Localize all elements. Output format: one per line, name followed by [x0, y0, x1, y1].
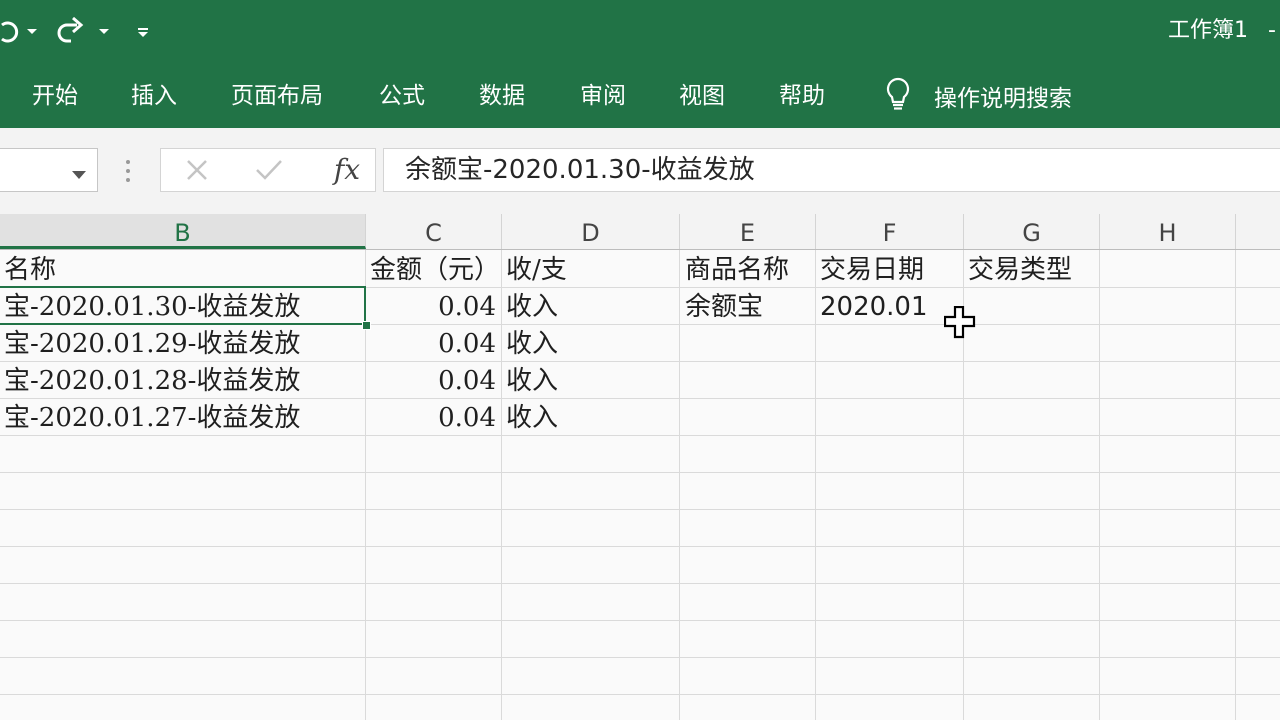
- customize-quick-access-icon[interactable]: [134, 14, 152, 50]
- cell-d1[interactable]: 收/支: [506, 250, 567, 287]
- cell-e1[interactable]: 商品名称: [685, 250, 789, 287]
- plus-select-cursor-icon: [943, 305, 976, 344]
- formula-bar-grip-icon[interactable]: [124, 158, 132, 188]
- gridline: [0, 583, 1280, 584]
- column-header-e[interactable]: E: [680, 214, 816, 249]
- gridline: [1235, 250, 1236, 720]
- cell-b1[interactable]: 名称: [4, 250, 56, 287]
- undo-icon[interactable]: [0, 14, 20, 50]
- gridline: [0, 694, 1280, 695]
- undo-dropdown-icon[interactable]: [24, 14, 40, 50]
- column-header-i[interactable]: [1236, 214, 1280, 249]
- cell-c4[interactable]: 0.04: [366, 361, 496, 398]
- column-header-b[interactable]: B: [0, 214, 366, 249]
- cell-c5[interactable]: 0.04: [366, 398, 496, 435]
- cell-b5[interactable]: 宝-2020.01.27-收益发放: [4, 398, 300, 435]
- cell-c3[interactable]: 0.04: [366, 324, 496, 361]
- cell-e2[interactable]: 余额宝: [685, 287, 763, 324]
- gridline: [0, 657, 1280, 658]
- cell-d3[interactable]: 收入: [506, 324, 558, 361]
- cell-b3[interactable]: 宝-2020.01.29-收益发放: [4, 324, 300, 361]
- cell-f2[interactable]: 2020.01: [820, 287, 928, 324]
- workbook-title: 工作簿1: [1168, 18, 1248, 43]
- ribbon-tab-bar: 开始 插入 页面布局 公式 数据 审阅 视图 帮助 操作说明搜索: [0, 64, 1280, 128]
- tab-data[interactable]: 数据: [479, 78, 525, 114]
- tell-me-label: 操作说明搜索: [934, 86, 1072, 112]
- tab-insert[interactable]: 插入: [131, 78, 177, 114]
- gridline: [0, 620, 1280, 621]
- redo-dropdown-icon[interactable]: [96, 14, 112, 50]
- column-header-g[interactable]: G: [964, 214, 1100, 249]
- gridline: [0, 472, 1280, 473]
- title-separator: -: [1268, 18, 1276, 43]
- lightbulb-icon: [884, 77, 912, 115]
- gridline: [0, 509, 1280, 510]
- chevron-down-icon[interactable]: [71, 165, 87, 184]
- cell-g1[interactable]: 交易类型: [968, 250, 1072, 287]
- name-box[interactable]: [0, 148, 98, 192]
- fill-handle[interactable]: [362, 321, 371, 330]
- redo-icon[interactable]: [54, 14, 88, 50]
- tell-me-search[interactable]: 操作说明搜索: [884, 77, 1072, 115]
- enter-checkmark-icon[interactable]: [251, 149, 287, 191]
- insert-function-button[interactable]: fx: [327, 149, 367, 191]
- tab-home[interactable]: 开始: [32, 78, 78, 114]
- gridline: [501, 250, 502, 720]
- title-bar: 工作簿1 -: [0, 0, 1280, 64]
- gridline: [0, 546, 1280, 547]
- cell-d5[interactable]: 收入: [506, 398, 558, 435]
- cell-b4[interactable]: 宝-2020.01.28-收益发放: [4, 361, 300, 398]
- cell-c2[interactable]: 0.04: [366, 287, 496, 324]
- gridline: [1099, 250, 1100, 720]
- tab-formulas[interactable]: 公式: [379, 78, 425, 114]
- worksheet-grid[interactable]: 名称 金额（元） 收/支 商品名称 交易日期 交易类型 宝-2020.01.30…: [0, 250, 1280, 720]
- tab-review[interactable]: 审阅: [580, 78, 626, 114]
- tab-page-layout[interactable]: 页面布局: [231, 78, 323, 114]
- gridline: [679, 250, 680, 720]
- formula-input[interactable]: 余额宝-2020.01.30-收益发放: [383, 148, 1280, 192]
- formula-buttons: fx: [160, 148, 376, 192]
- column-header-c[interactable]: C: [366, 214, 502, 249]
- column-header-h[interactable]: H: [1100, 214, 1236, 249]
- gridline: [0, 435, 1280, 436]
- tab-help[interactable]: 帮助: [779, 78, 825, 114]
- formula-bar: fx 余额宝-2020.01.30-收益发放: [0, 128, 1280, 214]
- column-header-f[interactable]: F: [816, 214, 964, 249]
- cancel-entry-icon[interactable]: [179, 149, 215, 191]
- cell-b2[interactable]: 宝-2020.01.30-收益发放: [4, 287, 300, 324]
- tab-view[interactable]: 视图: [679, 78, 725, 114]
- column-header-d[interactable]: D: [502, 214, 680, 249]
- cell-c1[interactable]: 金额（元）: [370, 250, 500, 287]
- cell-d4[interactable]: 收入: [506, 361, 558, 398]
- cell-d2[interactable]: 收入: [506, 287, 558, 324]
- cell-f1[interactable]: 交易日期: [820, 250, 924, 287]
- column-headers: B C D E F G H: [0, 214, 1280, 250]
- gridline: [815, 250, 816, 720]
